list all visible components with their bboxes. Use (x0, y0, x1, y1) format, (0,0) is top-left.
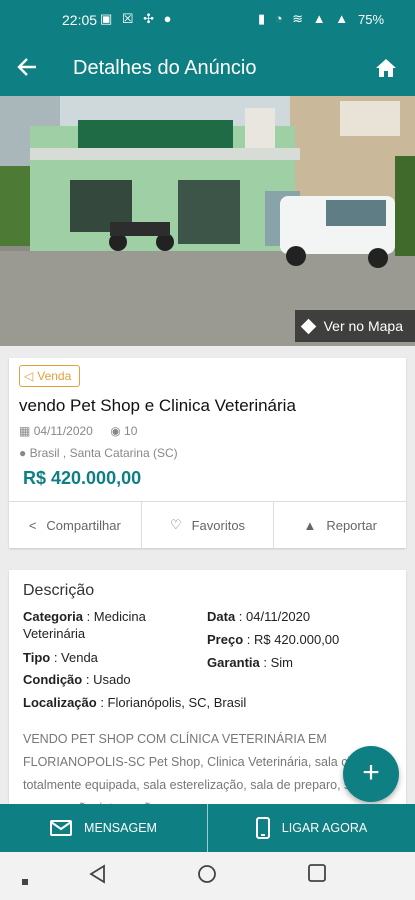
listing-summary-card: ◁ Venda vendo Pet Shop e Clinica Veteriná… (9, 358, 406, 548)
listing-actions: < Compartilhar ♡ Favoritos ▲ Reportar (9, 501, 406, 548)
detail-condicao-value: : Usado (82, 672, 131, 687)
call-now-label: LIGAR AGORA (281, 821, 368, 835)
share-label: Compartilhar (46, 517, 121, 533)
detail-tipo-label: Tipo (23, 650, 51, 665)
message-button[interactable]: MENSAGEM (0, 804, 208, 852)
heart-icon: ♡ (169, 517, 182, 532)
detail-garantia: Garantia : Sim (207, 654, 293, 671)
listing-meta: ▦ 04/11/2020 ◉ 10 (19, 424, 137, 438)
megaphone-icon: ◁ (24, 369, 34, 383)
eye-icon: ◉ (110, 424, 121, 438)
status-time: 22:05 (62, 12, 98, 28)
favorites-button[interactable]: ♡ Favoritos (142, 502, 275, 548)
listing-type-label: Venda (37, 369, 72, 383)
detail-localizacao: Localização : Florianópolis, SC, Brasil (23, 694, 246, 711)
plus-icon: + (362, 756, 380, 789)
detail-categoria-label: Categoria (23, 609, 83, 624)
detail-categoria: Categoria : Medicina Veterinária (23, 608, 193, 642)
listing-price: R$ 420.000,00 (23, 468, 142, 488)
call-now-button[interactable]: LIGAR AGORA (208, 804, 415, 852)
listing-type-badge: ◁ Venda (19, 365, 81, 387)
share-button[interactable]: < Compartilhar (9, 502, 142, 548)
description-text: VENDO PET SHOP COM CLÍNICA VETERINÁRIA E… (23, 732, 384, 810)
detail-condicao: Condição : Usado (23, 671, 131, 688)
detail-condicao-label: Condição (23, 672, 83, 687)
message-label: MENSAGEM (84, 821, 157, 835)
warning-icon: ▲ (303, 517, 317, 533)
dot-icon (22, 872, 28, 890)
home-icon[interactable] (374, 56, 398, 80)
add-fab-button[interactable]: + (343, 746, 399, 802)
detail-preco-value: : R$ 420.000,00 (243, 632, 340, 647)
detail-garantia-value: : Sim (259, 655, 293, 670)
status-bar: 22:05 ▣ ☒ ✣ ● ▮ ◔ ≋ ▲ ▲ 75% (0, 0, 415, 40)
app-bar: Detalhes do Anúncio (0, 40, 415, 96)
detail-tipo-value: : Venda (50, 650, 98, 665)
arrow-back-icon[interactable] (16, 52, 38, 83)
detail-data-value: : 04/11/2020 (235, 609, 311, 624)
detail-localizacao-label: Localização (23, 695, 97, 710)
detail-data: Data : 04/11/2020 (207, 608, 310, 625)
detail-preco: Preço : R$ 420.000,00 (207, 631, 339, 648)
listing-title: vendo Pet Shop e Clinica Veterinária (19, 396, 296, 415)
system-status-icons: ▮ ◔ ≋ ▲ ▲ (258, 11, 352, 26)
notification-icons: ▣ ☒ ✣ ● (100, 11, 175, 26)
report-label: Reportar (326, 517, 377, 533)
section-title: Descrição (23, 582, 95, 599)
phone-icon (255, 817, 270, 839)
detail-preco-label: Preço (207, 632, 244, 647)
view-count: 10 (124, 424, 138, 438)
listing-photo[interactable]: Ver no Mapa (0, 96, 415, 346)
nav-home-icon[interactable] (197, 864, 217, 889)
detail-garantia-label: Garantia (207, 655, 260, 670)
favorites-label: Favoritos (191, 517, 246, 533)
detail-tipo: Tipo : Venda (23, 649, 98, 666)
listing-photo-image (0, 96, 415, 346)
location-text: Brasil , Santa Catarina (SC) (29, 446, 178, 460)
report-button[interactable]: ▲ Reportar (274, 502, 406, 548)
contact-bar: MENSAGEM LIGAR AGORA (0, 804, 415, 852)
view-on-map-label: Ver no Mapa (323, 318, 403, 334)
directions-icon (300, 318, 316, 335)
detail-data-label: Data (207, 609, 236, 624)
page-title: Detalhes do Anúncio (73, 57, 257, 79)
location-pin-icon: ● (19, 446, 27, 460)
listing-date: 04/11/2020 (33, 424, 93, 438)
battery-level: 75% (358, 12, 385, 27)
system-nav-bar (0, 852, 415, 900)
nav-recents-icon[interactable] (308, 864, 326, 887)
detail-localizacao-value: : Florianópolis, SC, Brasil (96, 695, 247, 710)
mail-icon (50, 820, 73, 836)
view-on-map-button[interactable]: Ver no Mapa (294, 310, 415, 342)
nav-back-icon[interactable] (88, 864, 106, 889)
share-icon: < (28, 517, 37, 533)
calendar-icon: ▦ (19, 424, 31, 438)
listing-location: ● Brasil , Santa Catarina (SC) (19, 446, 178, 460)
